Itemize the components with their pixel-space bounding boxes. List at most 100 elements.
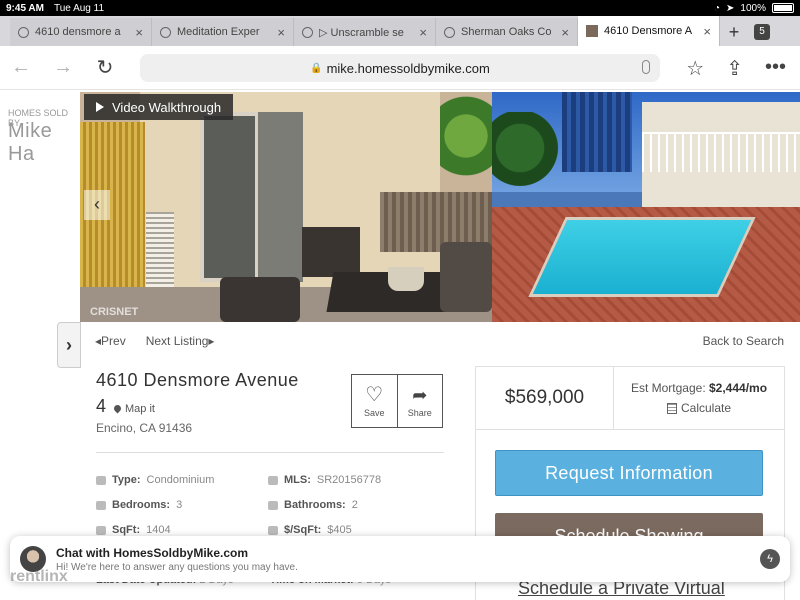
listing-navigation: ◂Prev Next Listing▸ [95,334,214,348]
bookmark-icon [268,475,278,485]
spec-sqft: SqFt: 1404 [96,524,171,536]
wifi-icon: ◔ [713,2,721,14]
globe-icon [302,26,313,38]
photo-gallery[interactable]: CRISNET [80,92,800,322]
globe-icon [18,26,29,38]
next-listing-link[interactable]: Next Listing▸ [146,334,215,348]
browser-tab[interactable]: Sherman Oaks Co × [436,18,578,46]
url-text: mike.homessoldbymike.com [326,60,490,76]
tab-title: Sherman Oaks Co [461,26,552,38]
spec-label: MLS: [284,474,311,486]
listing-unit-row: 4 Map it [96,396,155,417]
globe-icon [160,26,171,38]
play-icon [96,102,104,112]
bookmark-star-icon[interactable]: ☆ [686,56,704,81]
chat-title: Chat with HomesSoldbyMike.com [56,545,249,560]
spec-label: Type: [112,474,141,486]
calculate-link[interactable]: Calculate [666,401,732,415]
browser-tab[interactable]: ▷ Unscramble se × [294,18,436,46]
close-tab-icon[interactable]: × [703,24,711,39]
back-to-search-link[interactable]: Back to Search [703,334,784,348]
browser-tab-active[interactable]: 4610 Densmore A × [578,16,720,46]
spec-label: $/SqFt: [284,524,322,536]
video-walkthrough-label: Video Walkthrough [112,99,222,115]
status-time: 9:45 AM [6,2,44,14]
status-right: ◔ ➤ 100% [714,3,794,14]
close-tab-icon[interactable]: × [561,25,569,40]
spec-value: $405 [327,524,352,536]
listing-street: 4610 Densmore Avenue [96,370,299,390]
reload-icon[interactable]: ↻ [84,55,126,80]
save-button[interactable]: ♡ Save [352,375,397,427]
share-button[interactable]: ➦ Share [396,375,443,427]
home-icon [96,475,106,485]
mortgage-value: $2,444/mo [709,381,768,395]
browser-toolbar: ← → ↻ 🔒 mike.homessoldbymike.com ☆ ⇪ ••• [0,46,800,90]
new-tab-button[interactable]: + [720,18,748,46]
prev-listing-link[interactable]: ◂Prev [95,334,126,348]
spec-label: Bathrooms: [284,499,346,511]
mortgage-estimate: Est Mortgage: $2,444/mo Calculate [614,367,784,429]
mortgage-row: Est Mortgage: $2,444/mo [631,381,767,395]
lock-icon: 🔒 [310,62,323,74]
close-tab-icon[interactable]: × [277,25,285,40]
chat-widget[interactable]: Chat with HomesSoldbyMike.com Hi! We're … [10,536,790,582]
browser-tab[interactable]: 4610 densmore a × [10,18,152,46]
listing-price: $569,000 [476,367,614,429]
spec-value: SR20156778 [316,474,382,486]
listing-photo-patio[interactable]: CRISNET [80,92,492,322]
bed-icon [96,500,106,510]
map-pin-icon [112,403,123,414]
save-label: Save [363,407,385,418]
forward-arrow-icon[interactable]: → [42,56,84,79]
close-tab-icon[interactable]: × [135,25,143,40]
brand-name[interactable]: Mike Ha [8,120,80,166]
price-box: $569,000 Est Mortgage: $2,444/mo Calcula… [475,366,785,430]
request-information-button[interactable]: Request Information [495,450,763,496]
spec-bedrooms: Bedrooms: 3 [96,499,182,511]
spec-value: 3 [176,499,183,511]
share-icon[interactable]: ⇪ [726,56,743,81]
location-icon: ➤ [726,2,735,14]
calculate-label: Calculate [680,401,732,415]
calculator-icon [666,402,677,414]
site-favicon-icon [586,25,598,37]
spec-value: 1404 [146,524,171,536]
next-label: Next Listing [145,334,209,348]
tab-title: ▷ Unscramble se [319,26,404,39]
spec-value: 2 [351,499,358,511]
tab-count-button[interactable]: 5 [754,24,770,40]
gallery-prev-arrow-icon[interactable]: ‹ [84,190,110,220]
video-walkthrough-button[interactable]: Video Walkthrough [84,94,234,120]
battery-percent: 100% [740,2,766,14]
spec-type: Type: Condominium [96,474,214,486]
price-tag-icon [268,525,278,535]
more-options-icon[interactable]: ••• [765,56,786,81]
map-it-link[interactable]: Map it [112,402,155,415]
map-it-label: Map it [125,402,155,415]
photo-watermark: CRISNET [90,306,139,318]
spec-bathrooms: Bathrooms: 2 [268,499,358,511]
heart-icon: ♡ [365,383,384,406]
listing-photo-pool[interactable] [492,92,800,322]
tab-title: 4610 Densmore A [604,25,693,37]
spec-mls: MLS: SR20156778 [268,474,381,486]
microphone-icon[interactable] [642,60,650,74]
spec-label: Bedrooms: [112,499,171,511]
spec-label: SqFt: [112,524,141,536]
battery-icon [772,3,794,13]
address-bar[interactable]: 🔒 mike.homessoldbymike.com [140,54,660,82]
back-arrow-icon[interactable]: ← [0,56,42,79]
status-date: Tue Aug 11 [53,2,105,14]
spec-value: Condominium [146,474,215,486]
tab-bar: 4610 densmore a × Meditation Exper × ▷ U… [0,16,800,46]
spec-price-per-sqft: $/SqFt: $405 [268,524,352,536]
browser-tab[interactable]: Meditation Exper × [152,18,294,46]
share-label: Share [407,407,432,418]
close-tab-icon[interactable]: × [419,25,427,40]
messenger-icon[interactable]: ϟ [760,549,780,569]
divider [96,452,444,453]
listing-city: Encino, CA 91436 [96,421,193,435]
sidebar-toggle-chevron-icon[interactable]: › [57,322,81,368]
rentlinx-watermark: rentlinx [10,568,68,585]
